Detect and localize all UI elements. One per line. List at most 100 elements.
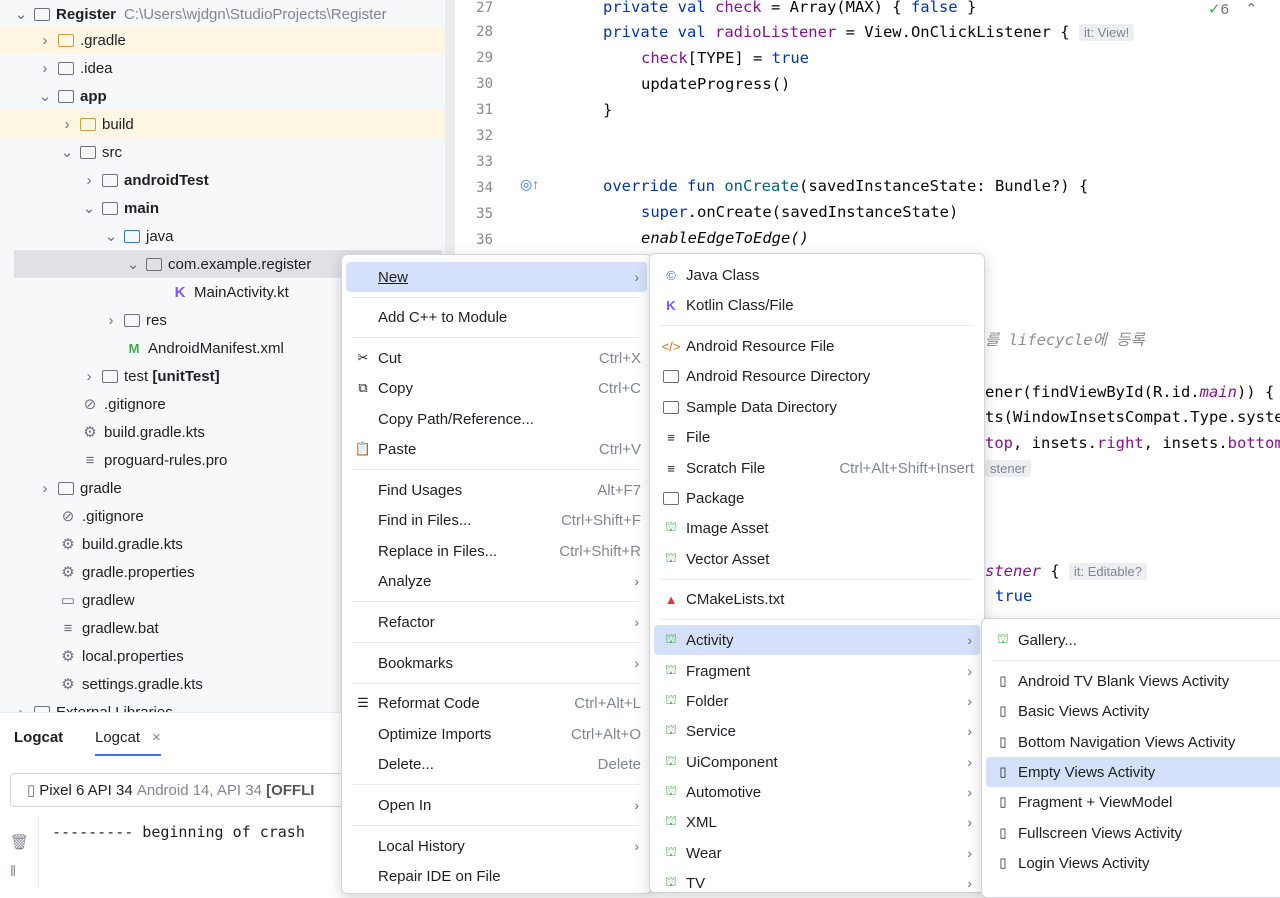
cmake-icon: ▲ — [664, 591, 678, 607]
gradle-file-icon: ⚙ — [83, 424, 97, 441]
menu-item-replace-in-files[interactable]: Replace in Files... Ctrl+Shift+R — [346, 536, 647, 566]
folder-icon — [58, 480, 74, 496]
tree-item[interactable]: › build — [0, 110, 445, 138]
menu-item-cut[interactable]: ✂ Cut Ctrl+X — [346, 343, 647, 373]
menu-item-wear[interactable]: ⛫ Wear › — [654, 838, 980, 868]
line-number: 36 — [476, 232, 493, 248]
menu-item-refactor[interactable]: Refactor › — [346, 607, 647, 637]
chevron-down-icon[interactable]: ⌄ — [104, 228, 118, 245]
menu-item-package[interactable]: Package — [654, 483, 980, 513]
chevron-right-icon[interactable]: › — [14, 704, 28, 713]
menu-item-image-asset[interactable]: ⛫ Image Asset — [654, 513, 980, 543]
file-icon: ≡ — [667, 429, 675, 445]
chevron-down-icon[interactable]: ⌄ — [82, 200, 96, 217]
menu-item-java-class[interactable]: © Java Class — [654, 260, 980, 290]
device-name: Pixel 6 API 34 — [39, 781, 133, 799]
chevron-down-icon[interactable]: ⌄ — [60, 144, 74, 161]
menu-item-service[interactable]: ⛫ Service › — [654, 716, 980, 746]
pause-icon[interactable]: ‖ — [10, 863, 16, 880]
line-number: 30 — [476, 76, 493, 92]
menu-item-empty-views[interactable]: ▯ Empty Views Activity — [986, 757, 1280, 787]
menu-item-copy-path[interactable]: Copy Path/Reference... — [346, 404, 647, 434]
menu-item-login-views[interactable]: ▯ Login Views Activity — [986, 848, 1280, 878]
chevron-right-icon[interactable]: › — [60, 116, 74, 133]
menu-item-tv[interactable]: ⛫ TV › — [654, 868, 980, 892]
menu-item-add-cpp[interactable]: Add C++ to Module — [346, 302, 647, 332]
line-number: 31 — [476, 102, 493, 118]
menu-item-automotive[interactable]: ⛫ Automotive › — [654, 777, 980, 807]
menu-item-open-in[interactable]: Open In › — [346, 790, 647, 820]
manifest-icon: M — [128, 340, 140, 356]
menu-item-paste[interactable]: 📋 Paste Ctrl+V — [346, 434, 647, 464]
line-number: 34 — [476, 180, 493, 196]
chevron-down-icon[interactable]: ⌄ — [14, 6, 28, 23]
tree-item[interactable]: ⌄ java — [0, 222, 445, 250]
tree-item-label: build — [102, 115, 134, 133]
override-gutter-icon[interactable]: ◎↑ — [520, 176, 539, 193]
menu-item-cmakelists[interactable]: ▲ CMakeLists.txt — [654, 584, 980, 614]
tree-item[interactable]: › .idea — [0, 54, 445, 82]
tree-item[interactable]: › .gradle — [0, 26, 445, 54]
menu-item-bottom-navigation[interactable]: ▯ Bottom Navigation Views Activity — [986, 727, 1280, 757]
tree-item-label: .idea — [80, 59, 113, 77]
menu-item-delete[interactable]: Delete... Delete — [346, 749, 647, 779]
menu-item-find-usages[interactable]: Find Usages Alt+F7 — [346, 475, 647, 505]
menu-item-analyze[interactable]: Analyze › — [346, 566, 647, 596]
chevron-down-icon[interactable]: ⌄ — [38, 88, 52, 105]
menu-item-find-in-files[interactable]: Find in Files... Ctrl+Shift+F — [346, 505, 647, 535]
chevron-right-icon: › — [634, 269, 639, 285]
tree-item[interactable]: ⌄ src — [0, 138, 445, 166]
android-icon: ⛫ — [665, 753, 677, 768]
chevron-down-icon[interactable]: ⌄ — [126, 256, 140, 273]
tab-logcat[interactable]: Logcat × — [95, 729, 161, 756]
menu-item-uicomponent[interactable]: ⛫ UiComponent › — [654, 747, 980, 777]
chevron-up-icon[interactable]: ⌃ — [1245, 0, 1258, 18]
chevron-right-icon[interactable]: › — [38, 32, 52, 49]
menu-item-folder[interactable]: ⛫ Folder › — [654, 686, 980, 716]
problems-indicator[interactable]: ✓6 — [1208, 0, 1229, 18]
menu-item-file[interactable]: ≡ File — [654, 422, 980, 452]
folder-icon — [662, 367, 680, 385]
device-detail: Android 14, API 34 — [136, 781, 262, 799]
tree-item[interactable]: › androidTest — [0, 166, 445, 194]
menu-item-android-tv-blank[interactable]: ▯ Android TV Blank Views Activity — [986, 666, 1280, 696]
menu-item-activity[interactable]: ⛫ Activity › — [654, 625, 980, 655]
menu-item-fragment[interactable]: ⛫ Fragment › — [654, 656, 980, 686]
chevron-right-icon[interactable]: › — [82, 172, 96, 189]
menu-item-fullscreen-views[interactable]: ▯ Fullscreen Views Activity — [986, 818, 1280, 848]
chevron-right-icon[interactable]: › — [82, 368, 96, 385]
tree-root-label: Register — [56, 5, 117, 23]
menu-item-fragment-viewmodel[interactable]: ▯ Fragment + ViewModel — [986, 787, 1280, 817]
menu-item-reformat-code[interactable]: ☰ Reformat Code Ctrl+Alt+L — [346, 688, 647, 718]
tree-root[interactable]: ⌄ Register C:\Users\wjdgn\StudioProjects… — [0, 0, 445, 28]
chevron-right-icon: › — [634, 655, 639, 671]
chevron-right-icon[interactable]: › — [104, 312, 118, 329]
chevron-right-icon[interactable]: › — [38, 480, 52, 497]
tree-item-label: androidTest — [124, 171, 209, 189]
kotlin-icon: K — [666, 297, 676, 313]
close-icon[interactable]: × — [152, 729, 161, 746]
menu-item-sample-data-directory[interactable]: Sample Data Directory — [654, 392, 980, 422]
menu-item-kotlin-class[interactable]: K Kotlin Class/File — [654, 290, 980, 320]
inlay-hint: stener — [985, 460, 1032, 477]
menu-item-repair-ide[interactable]: Repair IDE on File — [346, 861, 647, 891]
chevron-right-icon[interactable]: › — [38, 60, 52, 77]
menu-item-vector-asset[interactable]: ⛫ Vector Asset — [654, 544, 980, 574]
menu-item-basic-views[interactable]: ▯ Basic Views Activity — [986, 696, 1280, 726]
menu-item-scratch-file[interactable]: ≡ Scratch File Ctrl+Alt+Shift+Insert — [654, 453, 980, 483]
menu-item-local-history[interactable]: Local History › — [346, 831, 647, 861]
tree-item[interactable]: ⌄ app — [0, 82, 445, 110]
tree-item[interactable]: ⌄ main — [0, 194, 445, 222]
menu-item-android-resource-file[interactable]: </> Android Resource File — [654, 331, 980, 361]
menu-item-android-resource-directory[interactable]: Android Resource Directory — [654, 361, 980, 391]
menu-item-bookmarks[interactable]: Bookmarks › — [346, 648, 647, 678]
menu-item-new[interactable]: New › — [346, 262, 647, 292]
library-icon — [34, 704, 50, 712]
inlay-hint: it: View! — [1078, 24, 1135, 41]
menu-item-gallery[interactable]: ⛫ Gallery... — [986, 625, 1280, 655]
trash-icon[interactable]: 🗑 — [10, 833, 29, 851]
menu-item-xml[interactable]: ⛫ XML › — [654, 807, 980, 837]
android-icon: ⛫ — [665, 874, 677, 889]
menu-item-copy[interactable]: ⧉ Copy Ctrl+C — [346, 373, 647, 403]
menu-item-optimize-imports[interactable]: Optimize Imports Ctrl+Alt+O — [346, 719, 647, 749]
